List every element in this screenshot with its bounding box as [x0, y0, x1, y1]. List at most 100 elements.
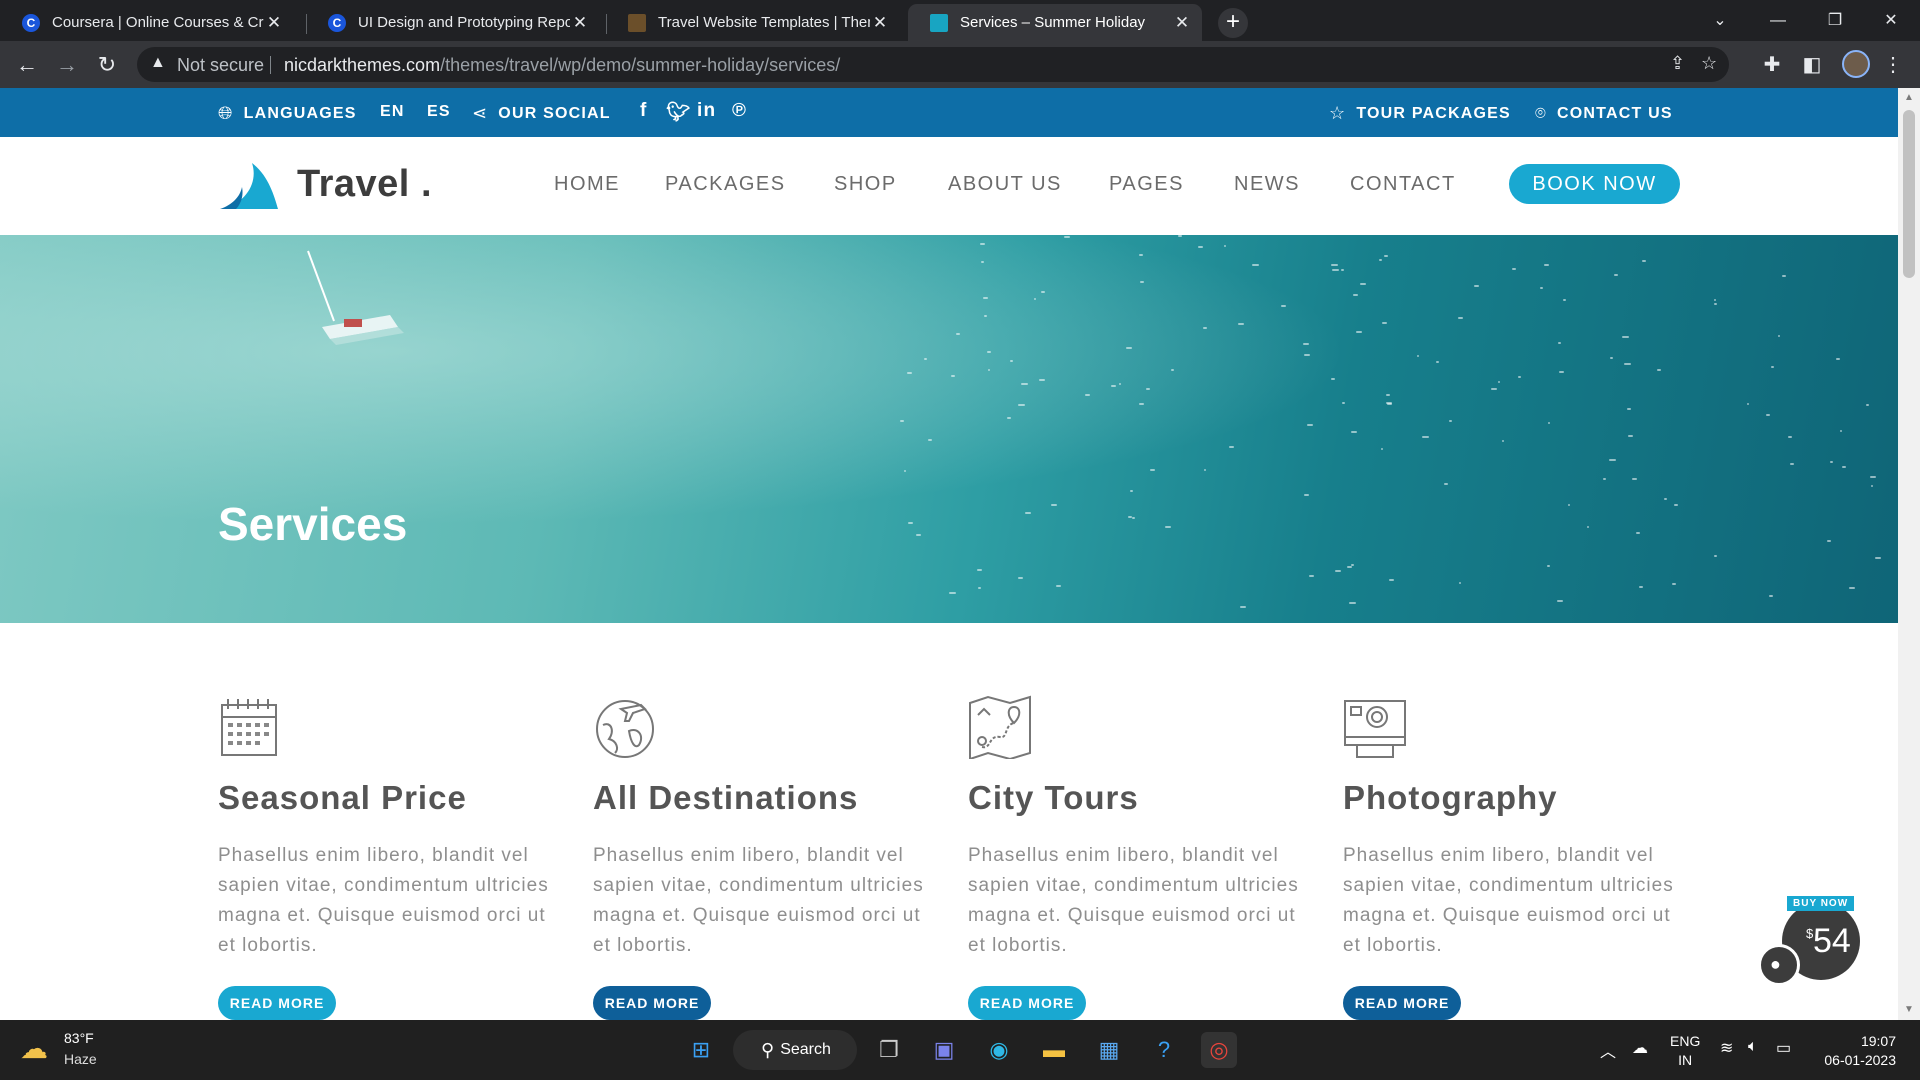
- tray-overflow-icon[interactable]: ︿: [1600, 1038, 1616, 1062]
- pinterest-icon[interactable]: ℗: [732, 100, 747, 122]
- edge-icon[interactable]: ◉: [981, 1032, 1017, 1068]
- logo-text[interactable]: Travel .: [297, 163, 432, 206]
- linkedin-icon[interactable]: in: [697, 100, 716, 122]
- new-tab-button[interactable]: +: [1218, 8, 1248, 38]
- book-now-button[interactable]: BOOK NOW: [1509, 164, 1680, 204]
- water-sparkle: [1145, 387, 1151, 390]
- buy-now-badge[interactable]: ● BUY NOW $ 54: [1758, 896, 1862, 986]
- input-language[interactable]: ENG IN: [1670, 1032, 1700, 1070]
- side-panel-icon[interactable]: ◧: [1799, 52, 1825, 77]
- battery-icon[interactable]: ▭: [1776, 1038, 1791, 1058]
- clock-date: 06-01-2023: [1824, 1052, 1896, 1068]
- help-tips-icon[interactable]: ?: [1146, 1032, 1182, 1068]
- tab-ui-design[interactable]: C UI Design and Prototyping Repor ✕: [306, 4, 600, 41]
- chrome-taskbar-icon[interactable]: ◎: [1201, 1032, 1237, 1068]
- close-tab-icon[interactable]: ✕: [1172, 13, 1192, 33]
- close-tab-icon[interactable]: ✕: [870, 13, 890, 33]
- volume-icon[interactable]: 🔈︎: [1748, 1038, 1758, 1056]
- minimize-icon[interactable]: —: [1749, 0, 1807, 41]
- task-view-icon[interactable]: ❐: [871, 1032, 907, 1068]
- water-sparkle: [1130, 490, 1134, 493]
- twitter-icon[interactable]: 🐦︎: [666, 100, 691, 124]
- water-sparkle: [1382, 322, 1388, 325]
- nav-shop[interactable]: SHOP: [834, 173, 897, 196]
- scroll-up-icon[interactable]: ▲: [1904, 92, 1914, 103]
- tab-services-active[interactable]: Services – Summer Holiday ✕: [908, 4, 1202, 41]
- close-window-icon[interactable]: ✕: [1862, 0, 1920, 41]
- water-sparkle: [1613, 274, 1618, 277]
- close-tab-icon[interactable]: ✕: [264, 13, 284, 33]
- water-sparkle: [1281, 304, 1287, 307]
- read-more-button[interactable]: READ MORE: [968, 986, 1086, 1020]
- lang-en-link[interactable]: EN: [380, 103, 405, 121]
- our-social-menu[interactable]: ⋖ OUR SOCIAL: [472, 103, 611, 124]
- water-sparkle: [1865, 404, 1870, 407]
- restore-icon[interactable]: ❐: [1806, 0, 1864, 41]
- water-sparkle: [906, 371, 912, 374]
- weather-condition[interactable]: Haze: [64, 1051, 97, 1067]
- water-sparkle: [1557, 600, 1564, 603]
- water-sparkle: [1632, 478, 1638, 481]
- address-bar[interactable]: ▲ Not secure nicdarkthemes.com/themes/tr…: [137, 47, 1729, 82]
- water-sparkle: [1010, 359, 1013, 362]
- water-sparkle: [1635, 532, 1641, 535]
- read-more-button[interactable]: READ MORE: [593, 986, 711, 1020]
- scroll-down-icon[interactable]: ▼: [1904, 1004, 1914, 1015]
- tab-coursera[interactable]: C Coursera | Online Courses & Crec ✕: [0, 4, 294, 41]
- water-sparkle: [1664, 498, 1668, 501]
- themeforest-icon: [628, 13, 646, 32]
- taskbar-search[interactable]: ⚲ Search: [733, 1030, 857, 1070]
- nav-contact[interactable]: CONTACT: [1350, 173, 1456, 196]
- back-icon[interactable]: ←: [12, 50, 42, 80]
- microsoft-store-icon[interactable]: ▦: [1091, 1032, 1127, 1068]
- wifi-icon[interactable]: ≋: [1720, 1038, 1733, 1058]
- water-sparkle: [1539, 286, 1543, 289]
- share-icon[interactable]: ⇪: [1670, 53, 1685, 74]
- chrome-menu-icon[interactable]: ⋮: [1880, 52, 1906, 77]
- tab-search-icon[interactable]: ⌄: [1691, 0, 1749, 41]
- tour-packages-link[interactable]: ☆ TOUR PACKAGES: [1329, 103, 1511, 124]
- warning-icon[interactable]: ▲: [150, 54, 166, 72]
- water-sparkle: [1006, 416, 1011, 419]
- water-sparkle: [1782, 274, 1787, 277]
- read-more-button[interactable]: READ MORE: [1343, 986, 1461, 1020]
- url-text[interactable]: nicdarkthemes.com/themes/travel/wp/demo/…: [284, 55, 840, 76]
- water-sparkle: [1203, 468, 1206, 471]
- reload-icon[interactable]: ↻: [92, 50, 122, 80]
- nav-pages[interactable]: PAGES: [1109, 173, 1184, 196]
- buy-now-label: BUY NOW: [1787, 896, 1855, 911]
- bookmark-star-icon[interactable]: ☆: [1701, 53, 1717, 74]
- windows-start-icon[interactable]: ⊞: [683, 1032, 719, 1068]
- water-sparkle: [1302, 343, 1309, 346]
- weather-haze-icon[interactable]: ☁︎: [20, 1032, 48, 1065]
- close-tab-icon[interactable]: ✕: [570, 13, 590, 33]
- contact-us-link[interactable]: ⌾ CONTACT US: [1535, 103, 1673, 124]
- file-explorer-icon[interactable]: ▬: [1036, 1032, 1072, 1068]
- profile-avatar[interactable]: [1842, 50, 1870, 78]
- clock-time: 19:07: [1860, 1033, 1896, 1049]
- security-label[interactable]: Not secure: [177, 55, 264, 76]
- logo-wave-icon[interactable]: [218, 161, 280, 211]
- nav-about-us[interactable]: ABOUT US: [948, 173, 1062, 196]
- page-scrollbar[interactable]: ▲ ▼: [1898, 88, 1920, 1020]
- camera-icon: [1344, 700, 1406, 758]
- nav-news[interactable]: NEWS: [1234, 173, 1300, 196]
- nav-packages[interactable]: PACKAGES: [665, 173, 786, 196]
- tab-themeforest[interactable]: Travel Website Templates | Them ✕: [606, 4, 900, 41]
- nav-home[interactable]: HOME: [554, 173, 620, 196]
- forward-icon[interactable]: →: [52, 50, 82, 80]
- languages-menu[interactable]: 🌐︎ LANGUAGES: [218, 103, 357, 124]
- water-sparkle: [1746, 402, 1750, 405]
- system-clock[interactable]: 19:07 06-01-2023: [1820, 1032, 1896, 1070]
- weather-temperature[interactable]: 83°F: [64, 1030, 94, 1046]
- extensions-icon[interactable]: ✚: [1759, 52, 1785, 77]
- facebook-icon[interactable]: f: [640, 100, 648, 122]
- teams-chat-icon[interactable]: ▣: [926, 1032, 962, 1068]
- water-sparkle: [1118, 383, 1121, 386]
- water-sparkle: [1125, 347, 1132, 350]
- service-description: Phasellus enim libero, blandit vel sapie…: [218, 845, 549, 956]
- onedrive-cloud-icon[interactable]: ☁︎: [1632, 1038, 1648, 1058]
- lang-es-link[interactable]: ES: [427, 103, 451, 121]
- scroll-thumb[interactable]: [1903, 110, 1915, 278]
- read-more-button[interactable]: READ MORE: [218, 986, 336, 1020]
